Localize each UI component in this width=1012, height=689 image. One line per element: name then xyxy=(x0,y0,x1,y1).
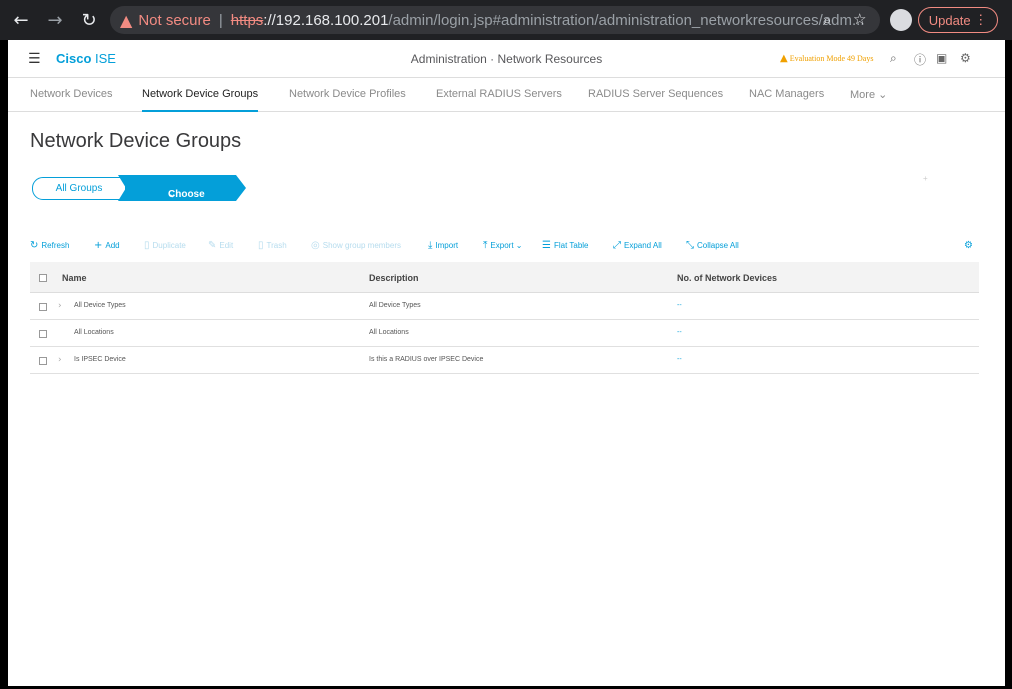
trash-icon: ▯ xyxy=(258,240,264,251)
dashboard-icon[interactable]: ▣ xyxy=(936,51,947,65)
url-host: ://192.168.100.201 xyxy=(263,11,389,29)
help-icon[interactable]: ⓘ xyxy=(914,51,926,68)
expand-all-button[interactable]: ⤢ Expand All xyxy=(613,240,662,251)
row-description: All Locations xyxy=(369,329,409,336)
search-icon[interactable]: ⌕ xyxy=(890,51,897,66)
update-button[interactable]: Update ⋮ xyxy=(918,7,998,33)
tab-external-radius-servers[interactable]: External RADIUS Servers xyxy=(436,88,562,100)
chevron-right-icon[interactable]: › xyxy=(58,355,62,365)
row-device-count[interactable]: -- xyxy=(677,302,682,309)
import-icon: ⤓ xyxy=(428,240,433,251)
url-path: /admin/login.jsp#administration/administ… xyxy=(388,11,865,29)
collapse-all-button[interactable]: ⤡ Collapse All xyxy=(686,240,739,251)
chevron-down-icon: ⌄ xyxy=(515,241,523,250)
breadcrumb-all-groups[interactable]: All Groups xyxy=(32,177,126,200)
tab-nac-managers[interactable]: NAC Managers xyxy=(749,88,824,100)
decorative-dot: + xyxy=(923,174,928,183)
tab-radius-server-sequences[interactable]: RADIUS Server Sequences xyxy=(588,88,723,100)
address-bar[interactable]: ▲ Not secure | https://192.168.100.201/a… xyxy=(110,6,880,34)
tab-network-device-profiles[interactable]: Network Device Profiles xyxy=(289,88,406,100)
forward-arrow-icon[interactable]: → xyxy=(42,7,68,33)
ise-page: ☰ Cisco ISE Administration · Network Res… xyxy=(8,40,1005,686)
plus-icon: + xyxy=(94,240,103,251)
choose-group-label: Choose group ⌄ xyxy=(168,189,205,211)
gear-icon[interactable]: ⚙ xyxy=(960,51,971,65)
ise-header: ☰ Cisco ISE Administration · Network Res… xyxy=(8,40,1005,78)
evaluation-banner[interactable]: ▲ Evaluation Mode 49 Days xyxy=(780,53,873,64)
breadcrumb-choose-group[interactable]: Choose group ⌄ xyxy=(118,175,248,211)
chevron-down-icon: ⌄ xyxy=(168,189,177,200)
table-row[interactable]: All Locations All Locations -- xyxy=(30,320,979,347)
row-name[interactable]: Is IPSEC Device xyxy=(74,356,126,363)
tab-network-device-groups[interactable]: Network Device Groups xyxy=(142,88,259,112)
zoom-icon[interactable]: ⌕ xyxy=(823,11,831,29)
action-toolbar: ↻ Refresh + Add ▯ Duplicate ✎ Edit ▯ Trash ◎ S… xyxy=(30,240,990,254)
edit-button[interactable]: ✎ Edit xyxy=(208,240,233,251)
reload-icon[interactable]: ↻ xyxy=(76,7,102,33)
warning-icon: ▲ xyxy=(120,10,133,30)
chevron-down-icon: ⌄ xyxy=(878,89,888,101)
refresh-button[interactable]: ↻ Refresh xyxy=(30,240,69,251)
column-header-description[interactable]: Description xyxy=(369,273,419,283)
table-row[interactable]: › All Device Types All Device Types -- xyxy=(30,293,979,320)
row-description: All Device Types xyxy=(369,302,421,309)
pencil-icon: ✎ xyxy=(208,240,217,251)
device-groups-table: Name Description No. of Network Devices … xyxy=(30,262,979,374)
row-checkbox[interactable] xyxy=(39,303,47,311)
more-vert-icon: ⋮ xyxy=(974,12,988,27)
show-group-members-button[interactable]: ◎ Show group members xyxy=(311,240,401,251)
trash-button[interactable]: ▯ Trash xyxy=(258,240,287,251)
column-header-device-count[interactable]: No. of Network Devices xyxy=(677,273,777,283)
expand-icon: ⤢ xyxy=(613,240,621,251)
collapse-icon: ⤡ xyxy=(686,240,694,251)
row-checkbox[interactable] xyxy=(39,357,47,365)
export-button[interactable]: ⤒ Export ⌄ xyxy=(483,240,522,251)
import-button[interactable]: ⤓ Import xyxy=(428,240,458,251)
table-icon: ☰ xyxy=(542,240,551,251)
select-all-checkbox[interactable] xyxy=(39,274,47,282)
row-checkbox[interactable] xyxy=(39,330,47,338)
back-arrow-icon[interactable]: ← xyxy=(8,7,34,33)
refresh-icon: ↻ xyxy=(30,240,39,251)
duplicate-icon: ▯ xyxy=(144,240,150,251)
duplicate-button[interactable]: ▯ Duplicate xyxy=(144,240,186,251)
row-device-count[interactable]: -- xyxy=(677,356,682,363)
update-label: Update xyxy=(928,12,971,28)
export-icon: ⤒ xyxy=(483,240,488,251)
chevron-right-icon[interactable]: › xyxy=(58,301,62,311)
page-title: Network Device Groups xyxy=(30,130,242,152)
table-header-row: Name Description No. of Network Devices xyxy=(30,262,979,293)
row-description: Is this a RADIUS over IPSEC Device xyxy=(369,356,484,363)
avatar[interactable] xyxy=(890,9,912,31)
omnibox-separator: | xyxy=(218,11,223,29)
row-name[interactable]: All Locations xyxy=(74,329,114,336)
table-row[interactable]: › Is IPSEC Device Is this a RADIUS over … xyxy=(30,347,979,374)
tab-network-devices[interactable]: Network Devices xyxy=(30,88,113,100)
tab-more[interactable]: More ⌄ xyxy=(850,88,887,101)
bookmark-star-icon[interactable]: ☆ xyxy=(853,10,866,28)
row-name[interactable]: All Device Types xyxy=(74,302,126,309)
tab-bar: Network Devices Network Device Groups Ne… xyxy=(8,78,1005,112)
flat-table-button[interactable]: ☰ Flat Table xyxy=(542,240,589,251)
column-header-name[interactable]: Name xyxy=(62,273,87,283)
browser-toolbar: ← → ↻ ▲ Not secure | https://192.168.100… xyxy=(0,0,1012,40)
table-settings-gear-icon[interactable]: ⚙ xyxy=(964,240,973,251)
security-label: Not secure xyxy=(138,11,211,29)
warning-triangle-icon: ▲ xyxy=(780,53,788,64)
add-button[interactable]: + Add xyxy=(94,240,120,251)
url-scheme: https xyxy=(230,11,264,29)
row-device-count[interactable]: -- xyxy=(677,329,682,336)
eye-icon: ◎ xyxy=(311,240,320,251)
